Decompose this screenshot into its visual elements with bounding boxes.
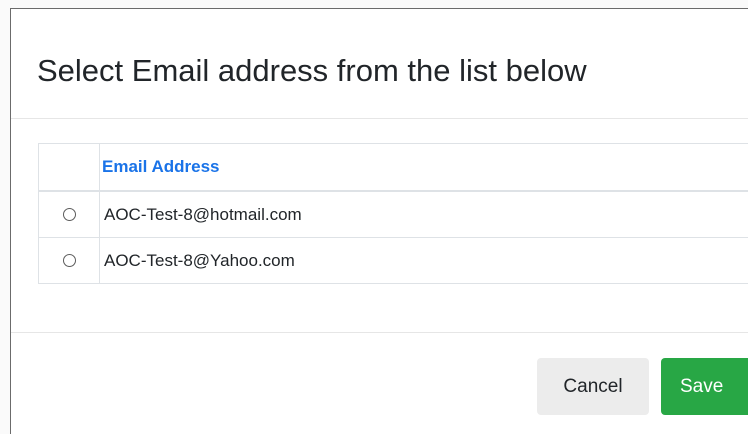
save-button[interactable]: Save [661, 358, 748, 415]
email-table: Email Address AOC-Test-8@hotmail.com AOC… [38, 143, 748, 284]
dialog-body: Email Address AOC-Test-8@hotmail.com AOC… [11, 119, 748, 333]
radio-cell [38, 237, 100, 284]
email-column-header[interactable]: Email Address [99, 143, 748, 192]
viewport: Select Email address from the list below… [0, 0, 748, 434]
email-cell: AOC-Test-8@Yahoo.com [99, 237, 748, 284]
cancel-button[interactable]: Cancel [537, 358, 649, 415]
radio-cell [38, 190, 100, 238]
radio-column-header [38, 143, 100, 192]
table-header-row: Email Address [38, 143, 748, 192]
dialog-footer: Cancel Save [11, 333, 748, 434]
dialog-header: Select Email address from the list below [11, 9, 748, 119]
table-row[interactable]: AOC-Test-8@Yahoo.com [38, 237, 748, 284]
select-email-dialog: Select Email address from the list below… [10, 8, 748, 434]
radio-button[interactable] [63, 254, 76, 267]
dialog-title: Select Email address from the list below [37, 53, 587, 88]
radio-button[interactable] [63, 208, 76, 221]
email-cell: AOC-Test-8@hotmail.com [99, 190, 748, 238]
table-row[interactable]: AOC-Test-8@hotmail.com [38, 190, 748, 238]
